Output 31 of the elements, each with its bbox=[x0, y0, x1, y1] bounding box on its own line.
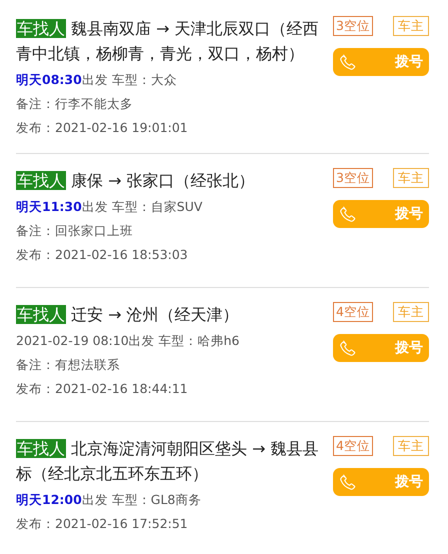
role-badge: 车主 bbox=[393, 436, 429, 456]
post-time: 发布：2021-02-16 17:52:51 bbox=[16, 515, 189, 533]
phone-icon bbox=[339, 473, 357, 491]
phone-icon bbox=[339, 339, 357, 357]
role-badge: 车主 bbox=[393, 16, 429, 36]
post-time: 发布：2021-02-16 18:53:03 bbox=[16, 246, 189, 264]
trip-route: 车找人 魏县南双庙 → 天津北辰双口（经西青中北镇，杨柳青，青光，双口，杨村） bbox=[16, 18, 320, 65]
trip-route: 车找人 迁安 → 沧州（经天津） bbox=[16, 304, 240, 326]
phone-icon bbox=[339, 205, 357, 223]
post-time: 发布：2021-02-16 18:44:11 bbox=[16, 380, 189, 398]
departure-info: 明天11:30出发 车型：自家SUV bbox=[16, 198, 204, 216]
seats-badge: 4空位 bbox=[333, 436, 373, 456]
trip-route: 车找人 康保 → 张家口（经张北） bbox=[16, 170, 256, 192]
post-time: 发布：2021-02-16 19:01:01 bbox=[16, 119, 189, 137]
call-button[interactable]: 拨号 bbox=[333, 468, 429, 496]
departure-info: 明天08:30出发 车型：大众 bbox=[16, 71, 178, 89]
phone-icon bbox=[339, 53, 357, 71]
role-badge: 车主 bbox=[393, 302, 429, 322]
seats-badge: 3空位 bbox=[333, 16, 373, 36]
trip-note: 备注：有想法联系 bbox=[16, 356, 121, 374]
role-badge: 车主 bbox=[393, 168, 429, 188]
departure-info: 明天12:00出发 车型：GL8商务 bbox=[16, 491, 202, 509]
trip-route: 车找人 北京海淀清河朝阳区垡头 → 魏县县标（经北京北五环东五环） bbox=[16, 438, 320, 485]
trip-note: 备注：行李不能太多 bbox=[16, 95, 134, 113]
call-button[interactable]: 拨号 bbox=[333, 48, 429, 76]
trip-note: 备注：回张家口上班 bbox=[16, 222, 134, 240]
call-button[interactable]: 拨号 bbox=[333, 334, 429, 362]
departure-info: 2021-02-19 08:10出发 车型：哈弗h6 bbox=[16, 332, 240, 350]
seats-badge: 3空位 bbox=[333, 168, 373, 188]
seats-badge: 4空位 bbox=[333, 302, 373, 322]
call-button[interactable]: 拨号 bbox=[333, 200, 429, 228]
